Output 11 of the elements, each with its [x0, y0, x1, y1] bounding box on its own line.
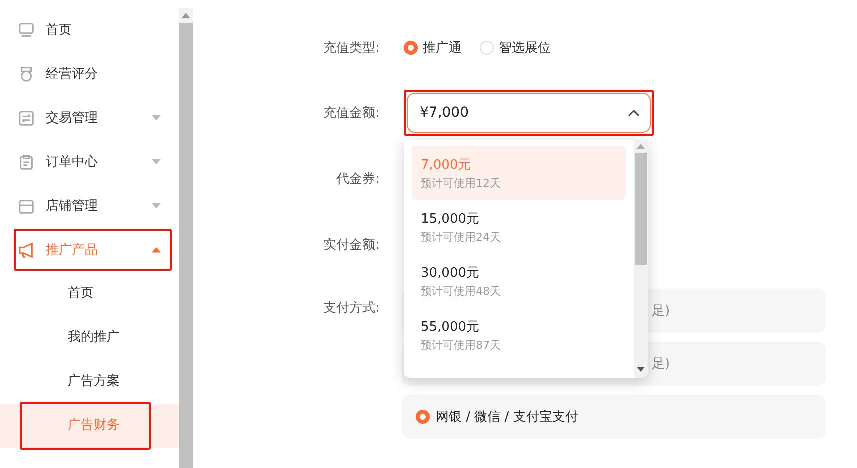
nav-label: 首页 — [46, 22, 73, 39]
nav-label: 店铺管理 — [46, 198, 99, 215]
field-label: 充值类型: — [322, 40, 380, 57]
field-label: 代金券: — [336, 171, 380, 188]
field-label: 充值金额: — [322, 105, 380, 122]
field-label: 支付方式: — [322, 300, 380, 317]
nav-label: 经营评分 — [46, 66, 99, 83]
nav-label: 推广产品 — [46, 242, 99, 259]
nav-label: 订单中心 — [46, 154, 99, 171]
nav-label: 交易管理 — [46, 110, 99, 127]
field-label: 实付金额: — [322, 237, 380, 254]
